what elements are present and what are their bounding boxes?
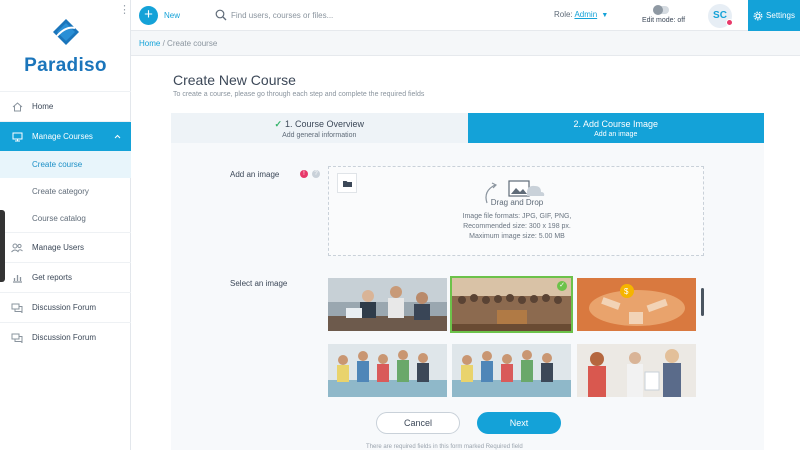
breadcrumb: Home / Create course [131, 31, 800, 56]
sidebar-item-discussion-forum[interactable]: Discussion Forum [0, 292, 131, 322]
sidebar-subitem-create-course[interactable]: Create course [0, 151, 131, 178]
folder-icon [342, 180, 352, 187]
top-bar: + New Role: Admin ▼ Edit mode: off SC Se… [131, 0, 800, 31]
logo-text: Paradiso [24, 55, 107, 76]
users-icon [10, 242, 24, 254]
sidebar-menu-dots-icon[interactable]: ⋮ [119, 5, 130, 16]
logo[interactable]: Paradiso [0, 18, 131, 77]
svg-text:$: $ [624, 287, 629, 296]
sidebar-item-label: Discussion Forum [32, 333, 97, 342]
sidebar-item-label: Get reports [32, 273, 73, 282]
role-selector[interactable]: Role: Admin ▼ [554, 10, 608, 19]
logo-mark-icon [52, 19, 79, 45]
cancel-button[interactable]: Cancel [376, 412, 460, 434]
image-dropzone[interactable]: Drag and Drop Image file formats: JPG, G… [328, 166, 704, 256]
step-title: 1. Course Overview [285, 119, 365, 129]
sidebar-item-home[interactable]: Home [0, 91, 131, 121]
image-gallery: ✓ $ [328, 276, 704, 398]
step-course-overview[interactable]: ✓ 1. Course Overview Add general informat… [171, 113, 468, 143]
sidebar: ⋮ Paradiso Home Manage Courses Create co… [0, 0, 131, 450]
new-label[interactable]: New [164, 11, 180, 20]
office-meeting-photo [328, 278, 447, 331]
sidebar-item-label: Manage Users [32, 243, 85, 252]
search-input[interactable] [231, 8, 451, 23]
required-icon: ! [300, 170, 308, 178]
reports-icon [10, 272, 24, 284]
select-image-label: Select an image [230, 279, 288, 288]
role-label: Role: [554, 10, 573, 19]
search-icon [215, 9, 227, 21]
page-title: Create New Course [173, 72, 296, 88]
dropzone-recommended: Recommended size: 300 x 198 px. [463, 223, 571, 230]
next-button[interactable]: Next [477, 412, 561, 434]
gallery-image-office-meeting[interactable] [328, 278, 447, 331]
gallery-image-team-celebration[interactable] [328, 344, 447, 397]
page-subtitle: To create a course, please go through ea… [173, 91, 425, 98]
team-celebration-photo [328, 344, 447, 397]
step-tabs: ✓ 1. Course Overview Add general informat… [171, 113, 764, 143]
chevron-up-icon [114, 132, 121, 141]
forum-icon [10, 332, 24, 344]
sidebar-item-get-reports[interactable]: Get reports [0, 262, 131, 292]
team-hands-photo: $ [577, 278, 696, 331]
edit-mode-toggle[interactable] [653, 5, 669, 15]
step-subtitle: Add general information [282, 132, 357, 139]
dropzone-info: Image file formats: JPG, GIF, PNG, Recom… [329, 212, 705, 242]
sidebar-subitem-course-catalog[interactable]: Course catalog [0, 205, 131, 232]
required-fields-note: There are required fields in this form m… [366, 444, 523, 450]
breadcrumb-current: Create course [167, 39, 218, 48]
gallery-image-office-discussion[interactable] [577, 344, 696, 397]
breadcrumb-separator: / [162, 39, 165, 48]
breadcrumb-home-link[interactable]: Home [139, 39, 160, 48]
check-icon: ✓ [274, 119, 282, 129]
dropzone-max-size: Maximum image size: 5.00 MB [469, 233, 565, 240]
conference-audience-photo [452, 278, 571, 331]
edit-mode-label: Edit mode: off [642, 17, 686, 24]
notification-dot [726, 19, 733, 26]
help-icon[interactable]: ? [312, 170, 320, 178]
sidebar-collapse-handle[interactable] [0, 210, 5, 282]
caret-down-icon: ▼ [601, 12, 609, 19]
sidebar-item-label: Home [32, 102, 54, 111]
step-subtitle: Add an image [594, 131, 638, 138]
home-icon [10, 101, 24, 113]
selected-check-icon: ✓ [557, 281, 567, 291]
step-title: 2. Add Course Image [573, 119, 659, 129]
team-celebration-photo [452, 344, 571, 397]
sidebar-item-discussion-forum-2[interactable]: Discussion Forum [0, 322, 131, 352]
gallery-scrollbar[interactable] [701, 288, 704, 316]
sidebar-subitem-create-category[interactable]: Create category [0, 178, 131, 205]
sidebar-item-manage-courses[interactable]: Manage Courses [0, 121, 131, 151]
office-discussion-photo [577, 344, 696, 397]
settings-button[interactable]: Settings [748, 0, 800, 31]
sidebar-item-label: Discussion Forum [32, 303, 97, 312]
gear-icon [753, 11, 763, 20]
sidebar-nav: Home Manage Courses Create course Create… [0, 91, 131, 352]
sidebar-item-manage-users[interactable]: Manage Users [0, 232, 131, 262]
new-button[interactable]: + [139, 6, 158, 25]
dropzone-formats: Image file formats: JPG, GIF, PNG, [462, 213, 572, 220]
sidebar-item-label: Manage Courses [32, 132, 93, 141]
settings-label: Settings [766, 11, 795, 20]
dropzone-title: Drag and Drop [490, 198, 544, 207]
forum-icon [10, 302, 24, 314]
role-value-link[interactable]: Admin [574, 10, 597, 19]
browse-folder-button[interactable] [337, 173, 357, 193]
gallery-image-team-hands[interactable]: $ [577, 278, 696, 331]
gallery-image-conference-audience[interactable]: ✓ [450, 276, 573, 333]
step-add-course-image[interactable]: 2. Add Course Image Add an image [467, 113, 764, 143]
gallery-image-team-celebration-2[interactable] [452, 344, 571, 397]
add-image-label: Add an image [230, 170, 280, 179]
courses-icon [10, 131, 24, 143]
